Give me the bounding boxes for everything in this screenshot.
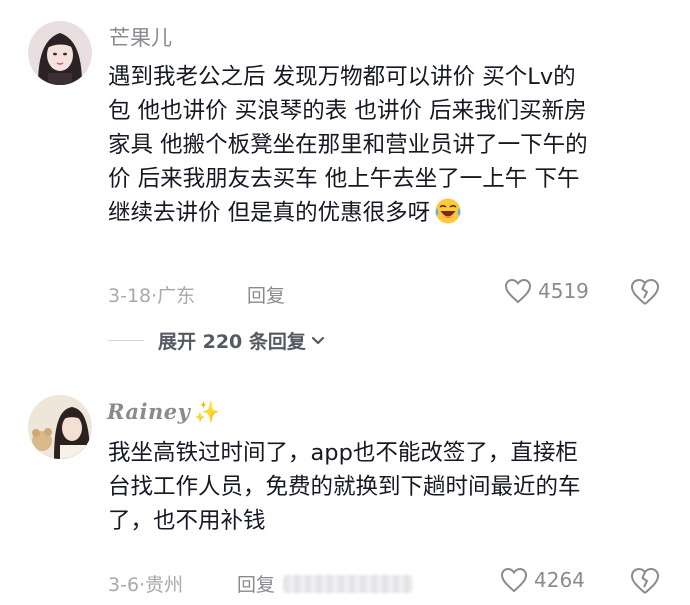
chevron-down-icon	[311, 336, 324, 344]
comment-text-line: 台找工作人员，免费的就换到下趟时间最近的车	[108, 474, 581, 500]
redacted-content	[283, 575, 413, 593]
dislike-button[interactable]	[630, 278, 660, 310]
comment-text-segment: 继续去讲价 但是真的优惠很多呀	[108, 200, 431, 226]
comment-text-line: 价 后来我朋友去买车 他上午去坐了一上午 下午	[108, 166, 580, 192]
username-text: Rainey	[107, 399, 191, 424]
heart-icon	[500, 567, 528, 593]
reply-button[interactable]: 回复	[237, 570, 275, 597]
like-count: 4519	[538, 279, 589, 303]
like-button[interactable]: 4264	[500, 567, 585, 593]
expand-replies-label: 展开 220 条回复	[158, 331, 306, 353]
comment-location: 贵州	[145, 574, 184, 596]
sparkle-icon: ✨	[194, 399, 222, 424]
expand-replies-button[interactable]: 展开 220 条回复	[108, 327, 326, 354]
avatar[interactable]	[28, 395, 92, 459]
comment-text-line: 包 他也讲价 买浪琴的表 也讲价 后来我们买新房	[108, 98, 587, 124]
expand-divider	[108, 340, 144, 341]
broken-heart-icon	[631, 279, 659, 305]
broken-heart-icon	[631, 568, 659, 594]
like-button[interactable]: 4519	[504, 278, 589, 304]
laughing-tears-icon	[435, 198, 461, 224]
comment-meta: 3-6·贵州	[108, 570, 183, 597]
comment-meta: 3-18·广东	[108, 281, 195, 308]
heart-icon	[504, 278, 532, 304]
reply-button[interactable]: 回复	[247, 281, 285, 308]
comment-date: 3-6	[108, 574, 140, 596]
username[interactable]: 芒果儿	[109, 22, 172, 52]
like-count: 4264	[534, 568, 585, 592]
comment-location: 广东	[157, 285, 196, 307]
comment-text-line: 了，也不用补钱	[108, 508, 266, 534]
comment-text-line: 继续去讲价 但是真的优惠很多呀	[108, 196, 668, 230]
comment-text-line: 遇到我老公之后 发现万物都可以讲价 买个Lv的	[108, 64, 576, 90]
dislike-button[interactable]	[630, 567, 660, 599]
username[interactable]: Rainey ✨	[107, 399, 221, 425]
comment-text-line: 家具 他搬个板凳坐在那里和营业员讲了一下午的	[108, 132, 588, 158]
comment-date: 3-18	[108, 285, 152, 307]
avatar[interactable]	[28, 21, 92, 85]
comment-text: 遇到我老公之后 发现万物都可以讲价 买个Lv的 包 他也讲价 买浪琴的表 也讲价…	[108, 60, 668, 230]
comment-text-line: 我坐高铁过时间了，app也不能改签了，直接柜	[108, 440, 578, 466]
comment-text: 我坐高铁过时间了，app也不能改签了，直接柜 台找工作人员，免费的就换到下趟时间…	[108, 436, 668, 538]
